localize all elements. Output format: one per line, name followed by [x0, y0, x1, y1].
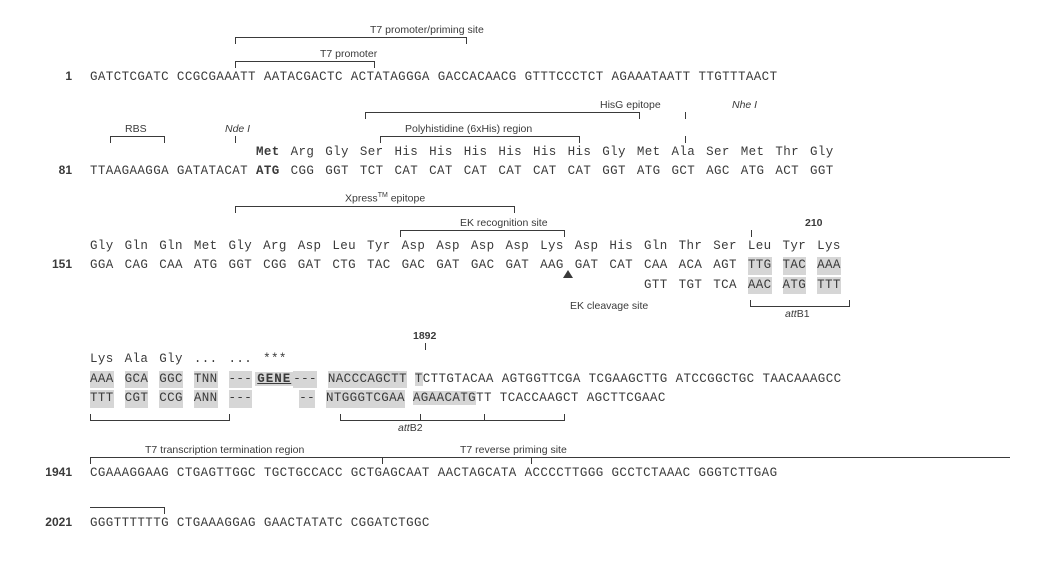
block-2021: 2021 GGGTTTTTTG CTGAAAGGAG GAACTATATC CG…	[30, 496, 1019, 533]
label-t7-promoter-priming: T7 promoter/priming site	[370, 24, 484, 36]
position-1: 1	[30, 69, 90, 83]
label-1892: 1892	[413, 330, 436, 342]
label-xpress: XpressTM epitope	[345, 192, 425, 205]
label-t7-term: T7 transcription termination region	[145, 444, 304, 456]
block-151: XpressTM epitope EK recognition site 210…	[30, 195, 1019, 319]
label-t7-promoter: T7 promoter	[320, 48, 377, 60]
label-attb2: attB2	[398, 422, 423, 434]
label-nhe1: Nhe I	[732, 99, 757, 111]
block-1941: T7 transcription termination region T7 r…	[30, 446, 1019, 483]
position-2021: 2021	[30, 515, 90, 529]
label-polyhis: Polyhistidine (6xHis) region	[405, 123, 532, 135]
block-gene: 1892 Lys Ala Gly ... ... *** AAA GCA GGC…	[30, 332, 1019, 432]
label-hisg: HisG epitope	[600, 99, 661, 111]
sequence-row-151: GGA CAG CAA ATG GGT CGG GAT CTG TAC GAC …	[90, 257, 1019, 275]
block-1: T7 promoter/priming site T7 promoter 1 G…	[30, 26, 1019, 87]
block-81: HisG epitope Nhe I RBS Nde I Polyhistidi…	[30, 101, 1019, 181]
label-rbs: RBS	[125, 123, 147, 135]
label-210: 210	[805, 217, 823, 229]
complement-row-151: XXX XXX XXX XXX XXX XXX XXX XXX XXX XXX …	[90, 277, 1019, 295]
sequence-row-81: TTAAGAAGGA GATATACAT ATG CGG GGT TCT CAT…	[90, 163, 1019, 181]
sequence-row-1941: CGAAAGGAAG CTGAGTTGGC TGCTGCCACC GCTGAGC…	[90, 465, 1019, 483]
label-ek-recog: EK recognition site	[460, 217, 548, 229]
position-81: 81	[30, 163, 90, 177]
gene-top-row: AAA GCA GGC TNN ---GENE--- NACCCAGCTT TC…	[90, 371, 1019, 389]
position-1941: 1941	[30, 465, 90, 479]
label-attb1: attB1	[785, 308, 810, 320]
position-151: 151	[30, 257, 90, 271]
label-nde1: Nde I	[225, 123, 250, 135]
aa-row-81: TTAAGAAGGA GATATACAT Met Arg Gly Ser His…	[90, 144, 1019, 162]
sequence-row-1: GATCTCGATC CCGCGAAATT AATACGACTC ACTATAG…	[90, 69, 1019, 87]
aa-row-151: Gly Gln Gln Met Gly Arg Asp Leu Tyr Asp …	[90, 238, 1019, 256]
aa-row-gene: Lys Ala Gly ... ... ***	[90, 351, 1019, 369]
gene-bottom-row: TTT CGT CCG ANN ----- NTGGGTCGAA AGAACAT…	[90, 390, 1019, 408]
label-t7-rev: T7 reverse priming site	[460, 444, 567, 456]
triangle-icon	[563, 270, 573, 278]
label-ek-cleave: EK cleavage site	[570, 300, 648, 312]
